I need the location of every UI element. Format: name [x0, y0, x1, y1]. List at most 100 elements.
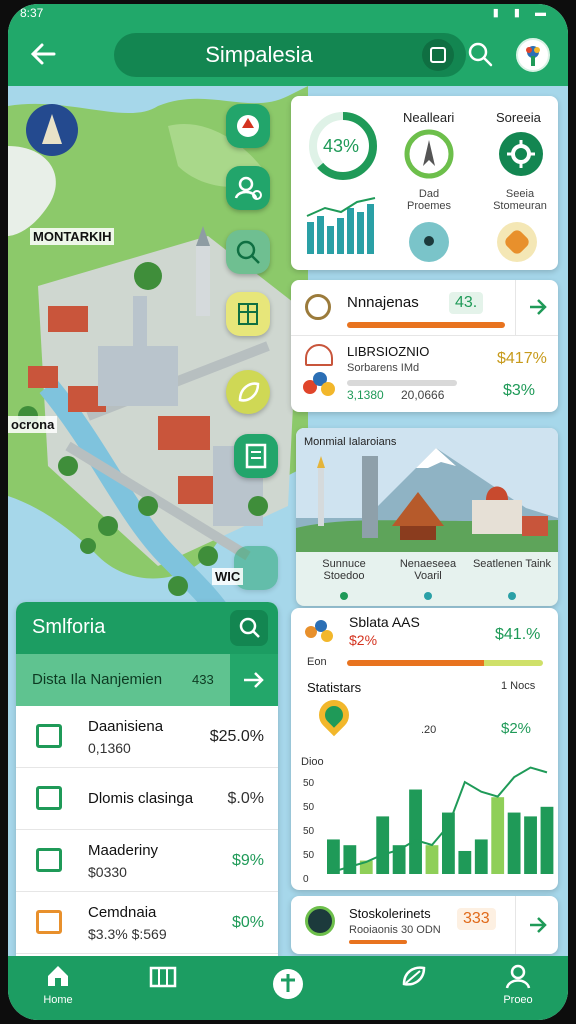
chart-bar — [425, 845, 439, 874]
nav-map[interactable] — [118, 956, 208, 1020]
line-label-2: $2% — [501, 720, 532, 737]
banner-value: 433 — [192, 672, 214, 687]
balloons-icon — [305, 620, 335, 646]
chart-bar — [540, 806, 554, 874]
panel-row-sub: $3.3% $:569 — [88, 926, 167, 942]
map-leaf-button[interactable] — [226, 370, 270, 414]
chart-bar — [458, 850, 472, 874]
team-sub: Rooiaonis 30 ODN — [349, 924, 441, 936]
search-icon[interactable] — [464, 38, 498, 72]
landmark-item-1: Sunnuce Stoedoo — [322, 558, 366, 582]
panel-row-title: Maaderiny — [88, 842, 159, 859]
user-location-button[interactable] — [226, 166, 270, 210]
landmark-dot-3 — [508, 592, 516, 600]
landmarks-title: Monmial Ialaroians — [304, 436, 397, 448]
status-icons: ▮ ▮ ▬ — [492, 7, 552, 19]
app-title: Simpalesia — [205, 42, 313, 67]
stat-col3-sub: Seeia Stomeuran — [493, 188, 547, 212]
chart-bar — [524, 816, 537, 874]
map-label-left: ocrona — [8, 416, 58, 433]
tree-icon — [273, 969, 303, 999]
window-icon[interactable] — [422, 39, 454, 71]
avatar[interactable] — [516, 38, 550, 72]
report-value: $417% — [497, 350, 547, 367]
map-label-top: MONTARKIH — [30, 228, 115, 245]
landmark-item-2: Nenaeseea Voaril — [399, 558, 457, 582]
banner-title: Dista Ila Nanjemien — [32, 671, 163, 688]
panel-header: Smlforia — [16, 602, 278, 654]
panel-search-icon[interactable] — [230, 610, 268, 646]
nav-leaf[interactable] — [368, 956, 458, 1020]
chart-head-value: $2% — [349, 632, 378, 648]
y-tick-label: 50 — [303, 802, 315, 813]
team-progress — [349, 940, 407, 944]
map-pin-icon — [312, 693, 356, 737]
team-title: Stoskolerinets — [349, 906, 431, 921]
panel-banner[interactable]: Dista Ila Nanjemien 433 — [16, 654, 278, 706]
project-progress — [347, 322, 505, 328]
stat-col2-title: Nealleari — [403, 110, 455, 125]
map-building-button[interactable] — [226, 292, 270, 336]
chevron-right-icon[interactable] — [515, 280, 558, 335]
landmark-dot-1 — [340, 592, 348, 600]
project-row[interactable]: Nnnajenas 43. — [291, 280, 558, 336]
chart-head-title: Sblata AAS — [349, 614, 420, 630]
map-search-button[interactable] — [226, 230, 270, 274]
panel-row-sub: $0330 — [88, 864, 127, 880]
team-avatar — [305, 906, 335, 936]
stat-col2-sub: Dad Proemes — [406, 188, 452, 212]
map-document-button[interactable] — [234, 434, 278, 478]
panel-row-value: $.0% — [227, 790, 264, 807]
profile-icon — [505, 964, 531, 989]
report-row[interactable]: LIBRSIOZNIO Sorbarens IMd $417% 3,1380 2… — [291, 336, 558, 412]
ring-value: 43% — [323, 136, 360, 156]
panel-row[interactable]: Dlomis clasinga $.0% — [16, 768, 278, 830]
stats-card: 43% Nealleari Dad Proemes Soreeia Seeia … — [291, 96, 558, 270]
panel-row[interactable]: Cemdnaia $3.3% $:569 $0% — [16, 892, 278, 954]
landmark-item-3: Seatlenen Taink — [472, 558, 552, 570]
report-right: $3% — [503, 382, 536, 399]
y-tick-label: 50 — [303, 826, 315, 837]
panel-title: Smlforia — [32, 616, 106, 638]
team-card[interactable]: Stoskolerinets Rooiaonis 30 ODN 333 — [291, 896, 558, 954]
map-layer-button[interactable] — [226, 104, 270, 148]
chart-bar — [409, 789, 422, 874]
pin-icon — [305, 294, 331, 320]
edit-icon — [36, 910, 62, 934]
report-title: LIBRSIOZNIO — [347, 344, 430, 359]
back-arrow-icon[interactable] — [26, 36, 62, 72]
mini-bar-chart — [306, 197, 376, 254]
panel-row[interactable]: Daanisiena 0,1360 $25.0% — [16, 706, 278, 768]
report-sub: Sorbarens IMd — [347, 362, 420, 374]
chart-bar — [491, 797, 505, 874]
nav-profile-label: Proeo — [503, 994, 533, 1006]
nav-home-label: Home — [43, 994, 73, 1006]
landmarks-card[interactable]: Monmial Ialaroians Sunnuce Stoedoo Nenae… — [296, 428, 558, 606]
app-header: Simpalesia — [8, 24, 568, 86]
nav-profile[interactable]: Proeo — [473, 956, 563, 1020]
chart-title: Statistars — [307, 680, 362, 695]
panel-row-title: Cemdnaia — [88, 904, 157, 921]
home-icon — [48, 966, 68, 986]
statistics-chart — [327, 766, 554, 874]
leaf-icon — [402, 966, 426, 986]
chart-bar — [507, 812, 521, 874]
panel-row-title: Daanisiena — [88, 718, 164, 735]
title-pill: Simpalesia — [114, 33, 466, 77]
status-bar: 8:37 ▮ ▮ ▬ — [8, 4, 568, 24]
nav-home[interactable]: Home — [13, 956, 103, 1020]
panel-row-title: Dlomis clasinga — [88, 790, 194, 807]
project-title: Nnnajenas — [347, 294, 419, 311]
map-label-bottom: WIC — [212, 568, 244, 585]
status-time: 8:37 — [20, 6, 44, 20]
chart-bar — [376, 816, 390, 874]
banner-arrow-icon[interactable] — [230, 654, 278, 706]
nav-center[interactable] — [243, 956, 333, 1020]
chart-head-sub: Eon — [307, 656, 327, 668]
team-chevron-icon[interactable] — [515, 896, 558, 954]
panel-row-sub: 0,1360 — [88, 740, 131, 756]
chart-bar — [343, 845, 357, 874]
chart-bar — [327, 839, 340, 874]
panel-row[interactable]: Maaderiny $0330 $9% — [16, 830, 278, 892]
bottom-navigation: Home Proeo — [8, 956, 568, 1020]
